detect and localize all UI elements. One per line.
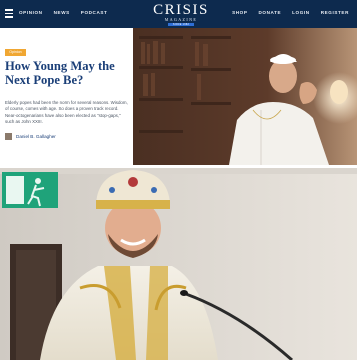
nav-link-opinion[interactable]: OPINION — [19, 10, 43, 15]
category-badge[interactable]: Opinion — [5, 49, 26, 56]
author-byline[interactable]: Daniel B. Gallagher — [5, 133, 56, 140]
nav-link-podcast[interactable]: PODCAST — [81, 10, 108, 15]
pope-illustration — [133, 28, 357, 165]
logo-tag: SINCE 1982 — [168, 23, 194, 26]
nav-link-login[interactable]: LOGIN — [292, 10, 310, 15]
account-nav: SHOP DONATE LOGIN REGISTER — [232, 10, 349, 15]
nav-link-register[interactable]: REGISTER — [321, 10, 349, 15]
site-logo[interactable]: CRISIS MAGAZINE SINCE 1982 — [150, 3, 212, 26]
primary-nav: OPINION NEWS PODCAST — [19, 10, 107, 15]
nav-link-shop[interactable]: SHOP — [232, 10, 247, 15]
nav-link-news[interactable]: NEWS — [54, 10, 70, 15]
article-card: Opinion How Young May the Next Pope Be? … — [0, 28, 133, 165]
author-avatar — [5, 133, 12, 140]
priest-illustration — [0, 168, 357, 360]
article-headline[interactable]: How Young May the Next Pope Be? — [5, 59, 130, 87]
emergency-exit-icon — [2, 172, 58, 208]
author-name[interactable]: Daniel B. Gallagher — [16, 134, 56, 139]
photo-priest-mitre — [0, 168, 357, 360]
top-navigation-bar: OPINION NEWS PODCAST CRISIS MAGAZINE SIN… — [0, 0, 357, 28]
hamburger-menu-icon[interactable] — [5, 9, 13, 18]
logo-title: CRISIS — [153, 2, 209, 18]
hero-photo-pope — [133, 28, 357, 165]
article-excerpt: Elderly popes had been the norm for seve… — [5, 100, 128, 125]
nav-link-donate[interactable]: DONATE — [259, 10, 282, 15]
